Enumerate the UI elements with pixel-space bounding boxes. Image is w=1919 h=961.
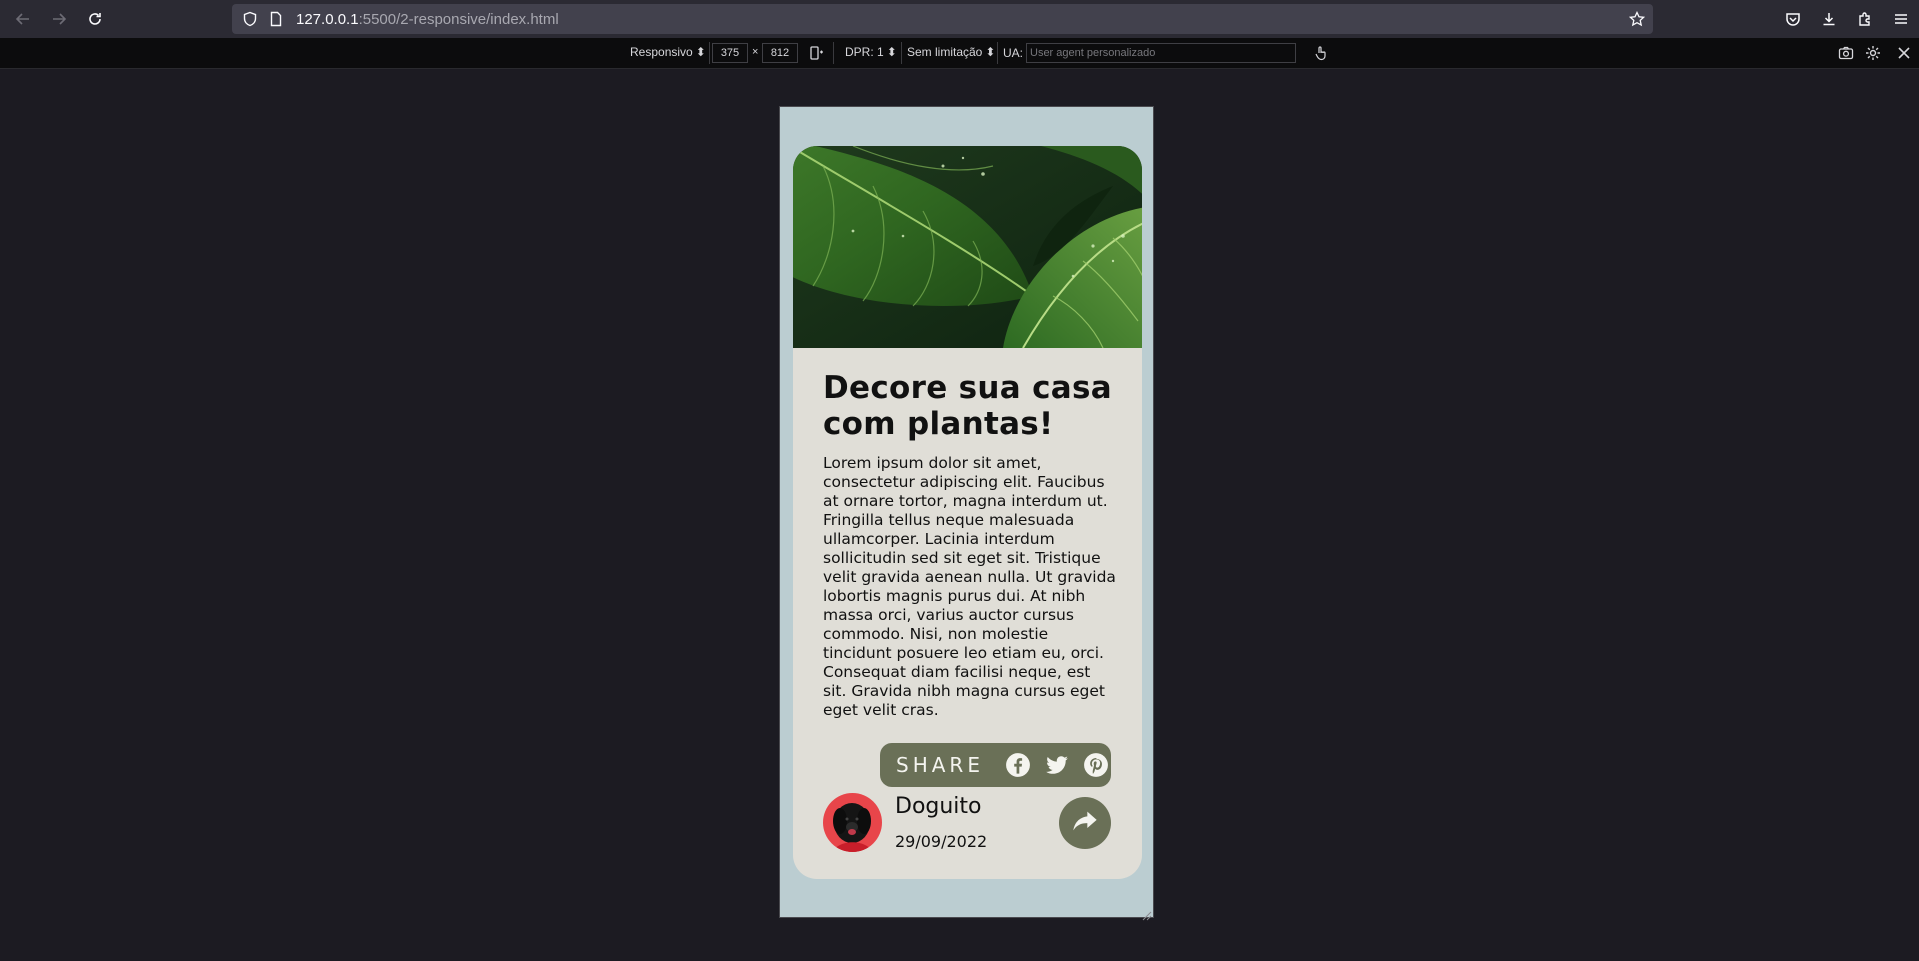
dpr-label: DPR: 1 [845, 45, 884, 59]
url-bar[interactable]: 127.0.0.1:5500/2-responsive/index.html [232, 4, 1653, 34]
browser-toolbar: 127.0.0.1:5500/2-responsive/index.html [0, 0, 1919, 38]
select-arrows-icon: ⬍ [886, 45, 897, 59]
plant-leaves-image [793, 146, 1142, 348]
pinterest-icon[interactable] [1083, 752, 1109, 778]
responsive-design-toolbar: Responsivo ⬍ 375 × 812 DPR: 1 ⬍ Sem limi… [0, 38, 1919, 69]
select-arrows-icon: ⬍ [985, 45, 996, 59]
share-arrow-icon [1071, 807, 1099, 839]
url-path: :5500/2-responsive/index.html [358, 10, 559, 28]
divider [833, 42, 834, 64]
post-title: Decore sua casa com plantas! [823, 370, 1112, 442]
post-date: 29/09/2022 [895, 832, 988, 851]
rotate-device-icon[interactable] [808, 45, 824, 61]
facebook-icon[interactable] [1005, 752, 1031, 778]
url-host: 127.0.0.1 [296, 10, 359, 28]
share-bar: SHARE [880, 743, 1111, 787]
width-input[interactable]: 375 [712, 43, 748, 63]
divider [901, 42, 902, 64]
screenshot-icon[interactable] [1838, 45, 1854, 61]
settings-icon[interactable] [1865, 45, 1881, 61]
twitter-icon[interactable] [1044, 752, 1070, 778]
back-icon[interactable] [5, 0, 41, 38]
avatar [823, 793, 882, 852]
user-agent-input[interactable]: User agent personalizado [1026, 43, 1296, 63]
toolbar-right [1775, 0, 1919, 38]
select-arrows-icon: ⬍ [695, 45, 706, 59]
menu-icon[interactable] [1883, 0, 1919, 38]
throttle-label: Sem limitação [907, 45, 983, 59]
author-name: Doguito [895, 794, 982, 819]
extensions-icon[interactable] [1847, 0, 1883, 38]
reload-icon[interactable] [77, 0, 113, 38]
post-body: Lorem ipsum dolor sit amet, consectetur … [823, 454, 1116, 719]
close-icon[interactable] [1896, 45, 1912, 61]
forward-icon[interactable] [41, 0, 77, 38]
page-icon [268, 11, 284, 27]
height-input[interactable]: 812 [762, 43, 798, 63]
post-card: Decore sua casa com plantas! Lorem ipsum… [793, 146, 1142, 879]
shield-icon[interactable] [242, 11, 258, 27]
device-select-label: Responsivo [630, 45, 693, 59]
divider [997, 42, 998, 64]
responsive-viewport: Decore sua casa com plantas! Lorem ipsum… [779, 106, 1154, 921]
throttle-select[interactable]: Sem limitação ⬍ [907, 45, 995, 59]
ua-label: UA: [1003, 46, 1024, 60]
share-label: SHARE [896, 753, 984, 777]
share-button[interactable] [1059, 797, 1111, 849]
times-sign: × [752, 46, 759, 58]
pocket-icon[interactable] [1775, 0, 1811, 38]
resize-handle-icon[interactable] [1142, 906, 1152, 921]
downloads-icon[interactable] [1811, 0, 1847, 38]
device-select[interactable]: Responsivo ⬍ [630, 45, 706, 59]
dpr-select[interactable]: DPR: 1 ⬍ [845, 45, 897, 59]
bookmark-star-icon[interactable] [1628, 10, 1646, 27]
touch-simulation-icon[interactable] [1313, 45, 1329, 61]
divider [709, 42, 710, 64]
